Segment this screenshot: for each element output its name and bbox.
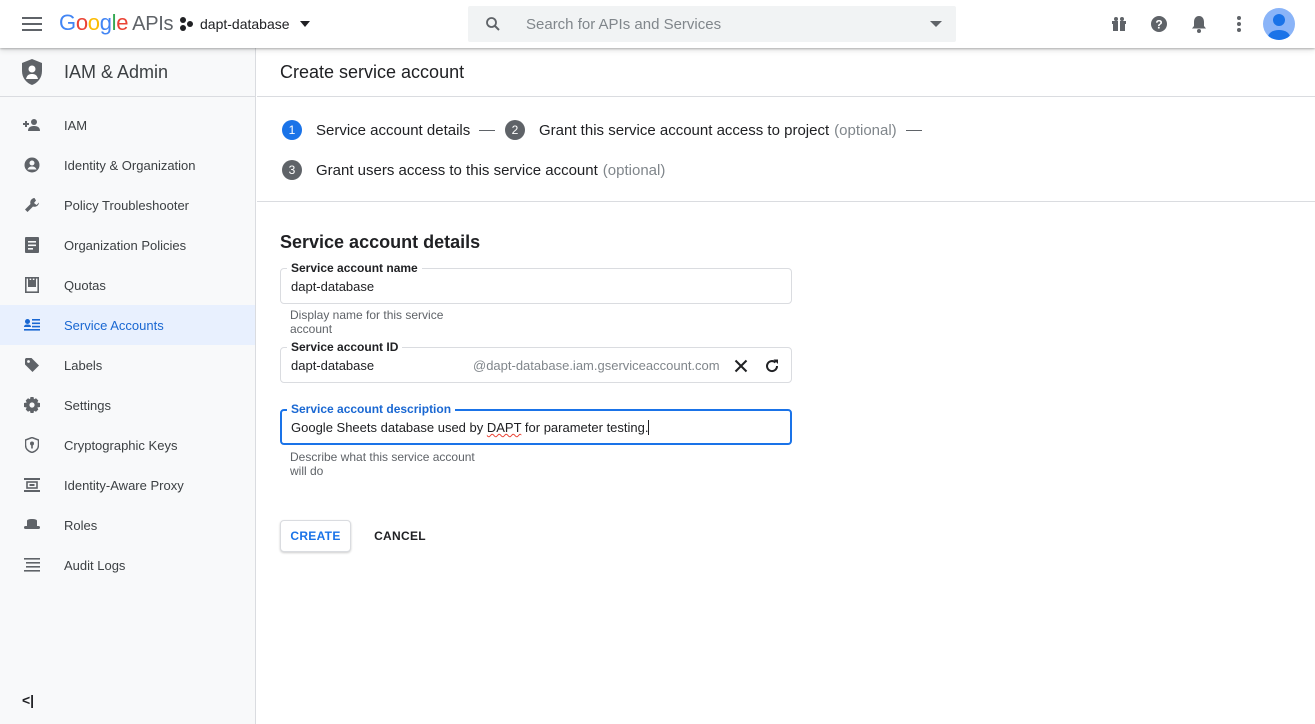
product-title: IAM & Admin (64, 61, 169, 82)
name-hint: Display name for this service account (290, 308, 444, 336)
sidebar-nav: IAM Identity & Organization Policy Troub… (0, 105, 255, 585)
service-account-icon (22, 315, 42, 335)
search-dropdown-icon[interactable] (930, 21, 942, 27)
gear-icon (22, 395, 42, 415)
label-tag-icon (22, 355, 42, 375)
step-3-optional: (optional) (602, 161, 666, 179)
close-icon[interactable] (731, 356, 751, 376)
avatar[interactable] (1263, 8, 1295, 40)
menu-icon[interactable] (20, 14, 44, 34)
service-account-form: Service account details Service account … (280, 232, 792, 552)
step-2-label: Grant this service account access to pro… (539, 121, 830, 139)
top-app-bar: GoogleAPIs dapt-database ? (0, 0, 1315, 48)
step-2-number: 2 (505, 120, 525, 140)
field-label: Service account description (287, 402, 456, 416)
proxy-icon (22, 475, 42, 495)
step-1-number: 1 (282, 120, 302, 140)
sidebar-item-policy-troubleshooter[interactable]: Policy Troubleshooter (0, 185, 255, 225)
service-account-description-field[interactable]: Service account description Google Sheet… (280, 402, 792, 445)
person-add-icon (22, 115, 42, 135)
service-account-id-input[interactable]: dapt-database (291, 358, 374, 373)
help-icon[interactable]: ? (1147, 12, 1171, 36)
sidebar-item-labels[interactable]: Labels (0, 345, 255, 385)
step-1[interactable]: 1 Service account details (282, 120, 496, 140)
create-button[interactable]: CREATE (280, 520, 351, 552)
spellcheck-word: DAPT (486, 420, 522, 435)
key-shield-icon (22, 435, 42, 455)
step-3[interactable]: 3 Grant users access to this service acc… (282, 160, 665, 180)
project-name: dapt-database (200, 16, 290, 32)
sidebar-header: IAM & Admin (0, 48, 255, 97)
collapse-sidebar-icon[interactable]: <| (22, 692, 34, 708)
text-cursor (648, 420, 650, 435)
step-3-number: 3 (282, 160, 302, 180)
sidebar-item-roles[interactable]: Roles (0, 505, 255, 545)
chevron-down-icon (299, 21, 310, 27)
page-title: Create service account (280, 61, 465, 82)
step-connector (905, 129, 922, 131)
sidebar: IAM & Admin IAM Identity & Organization … (0, 48, 256, 724)
sidebar-item-iam[interactable]: IAM (0, 105, 255, 145)
step-2[interactable]: 2 Grant this service account access to p… (505, 120, 922, 140)
section-title: Service account details (280, 232, 481, 252)
svg-text:?: ? (1155, 18, 1162, 32)
search-bar[interactable] (468, 6, 956, 42)
refresh-icon[interactable] (762, 356, 782, 376)
sidebar-item-settings[interactable]: Settings (0, 385, 255, 425)
main-content: Create service account 1 Service account… (257, 48, 1315, 724)
step-1-label: Service account details (316, 121, 471, 139)
list-lines-icon (22, 555, 42, 575)
project-selector[interactable]: dapt-database (178, 12, 310, 36)
id-domain-suffix: @dapt-database.iam.gserviceaccount.com (473, 358, 720, 373)
sidebar-item-audit-logs[interactable]: Audit Logs (0, 545, 255, 585)
account-circle-icon (22, 155, 42, 175)
policy-doc-icon (22, 235, 42, 255)
step-connector (479, 129, 496, 131)
google-apis-logo[interactable]: Google APIs (59, 10, 174, 36)
page-header: Create service account (257, 48, 1315, 97)
field-label: Service account name (287, 261, 422, 275)
service-account-description-input[interactable]: Google Sheets database used by DAPT for … (291, 420, 650, 435)
sidebar-item-organization-policies[interactable]: Organization Policies (0, 225, 255, 265)
wrench-icon (22, 195, 42, 215)
quota-icon (22, 275, 42, 295)
sidebar-item-identity-aware-proxy[interactable]: Identity-Aware Proxy (0, 465, 255, 505)
service-account-name-input[interactable]: dapt-database (291, 279, 374, 294)
stepper: 1 Service account details 2 Grant this s… (257, 97, 1315, 202)
service-account-name-field[interactable]: Service account name dapt-database (280, 261, 792, 304)
description-hint: Describe what this service account will … (290, 450, 475, 478)
sidebar-item-service-accounts[interactable]: Service Accounts (0, 305, 255, 345)
service-account-id-field[interactable]: Service account ID dapt-database @dapt-d… (280, 340, 792, 383)
gift-icon[interactable] (1107, 12, 1131, 36)
step-2-optional: (optional) (834, 121, 897, 139)
step-3-label: Grant users access to this service accou… (316, 161, 598, 179)
roles-hat-icon (22, 515, 42, 535)
sidebar-item-cryptographic-keys[interactable]: Cryptographic Keys (0, 425, 255, 465)
search-icon (486, 17, 500, 31)
more-vert-icon[interactable] (1227, 12, 1251, 36)
cancel-button[interactable]: CANCEL (366, 520, 434, 552)
field-label: Service account ID (287, 340, 403, 354)
iam-shield-icon (22, 59, 42, 85)
notifications-bell-icon[interactable] (1187, 12, 1211, 36)
sidebar-item-quotas[interactable]: Quotas (0, 265, 255, 305)
project-dots-icon (178, 16, 194, 32)
sidebar-item-identity-organization[interactable]: Identity & Organization (0, 145, 255, 185)
search-input[interactable] (526, 15, 906, 33)
